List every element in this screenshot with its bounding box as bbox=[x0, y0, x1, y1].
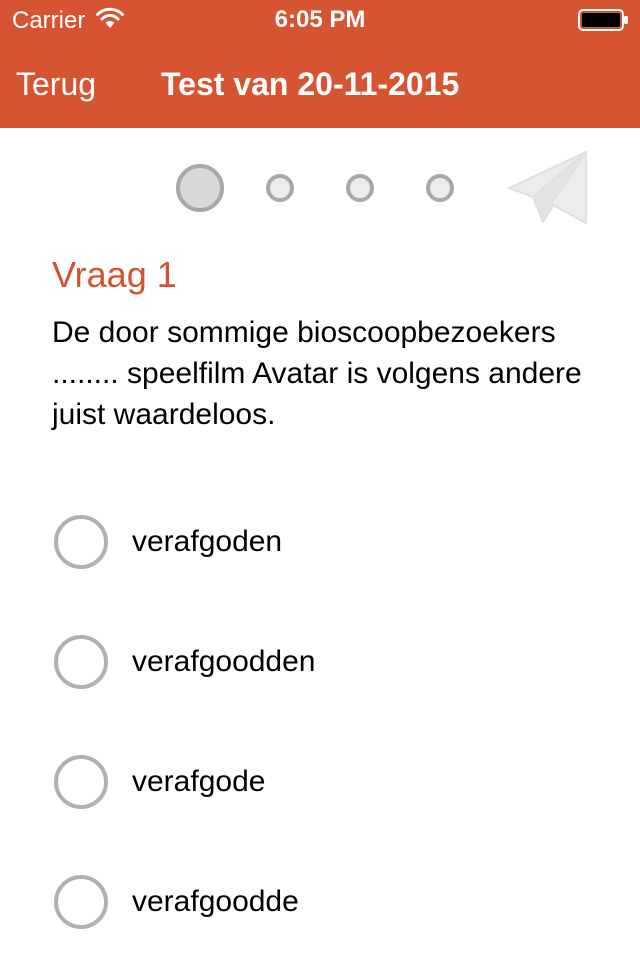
answer-option-4[interactable]: verafgoodde bbox=[52, 875, 612, 935]
progress-dot-4 bbox=[426, 174, 454, 202]
page-title: Test van 20-11-2015 bbox=[161, 66, 460, 102]
answer-option-label: verafgoodde bbox=[132, 885, 299, 918]
radio-button[interactable] bbox=[54, 635, 108, 689]
answer-option-2[interactable]: verafgoodden bbox=[52, 635, 612, 695]
progress-dot-3 bbox=[346, 174, 374, 202]
back-button[interactable]: Terug bbox=[16, 66, 96, 103]
radio-button[interactable] bbox=[54, 875, 108, 929]
question-number: Vraag 1 bbox=[52, 254, 177, 295]
answer-option-3[interactable]: verafgode bbox=[52, 755, 612, 815]
question-text: De door sommige bioscoopbezoekers ......… bbox=[52, 316, 582, 431]
header: Carrier 6:05 PM Terug Test van 20-11-201… bbox=[0, 0, 640, 128]
progress-dot-1 bbox=[176, 164, 224, 212]
progress-dot-2 bbox=[266, 174, 294, 202]
status-bar: Carrier 6:05 PM bbox=[0, 0, 640, 40]
answer-option-1[interactable]: verafgoden bbox=[52, 515, 612, 575]
answer-option-label: verafgoden bbox=[132, 525, 283, 558]
status-time: 6:05 PM bbox=[274, 6, 366, 33]
radio-button[interactable] bbox=[54, 515, 108, 569]
answer-option-label: verafgoodden bbox=[132, 645, 316, 678]
battery-icon bbox=[578, 9, 630, 36]
navigation-bar: Terug Test van 20-11-2015 bbox=[0, 40, 640, 128]
radio-button[interactable] bbox=[54, 755, 108, 809]
answer-option-label: verafgode bbox=[132, 765, 266, 798]
paper-plane-icon[interactable] bbox=[506, 148, 590, 231]
